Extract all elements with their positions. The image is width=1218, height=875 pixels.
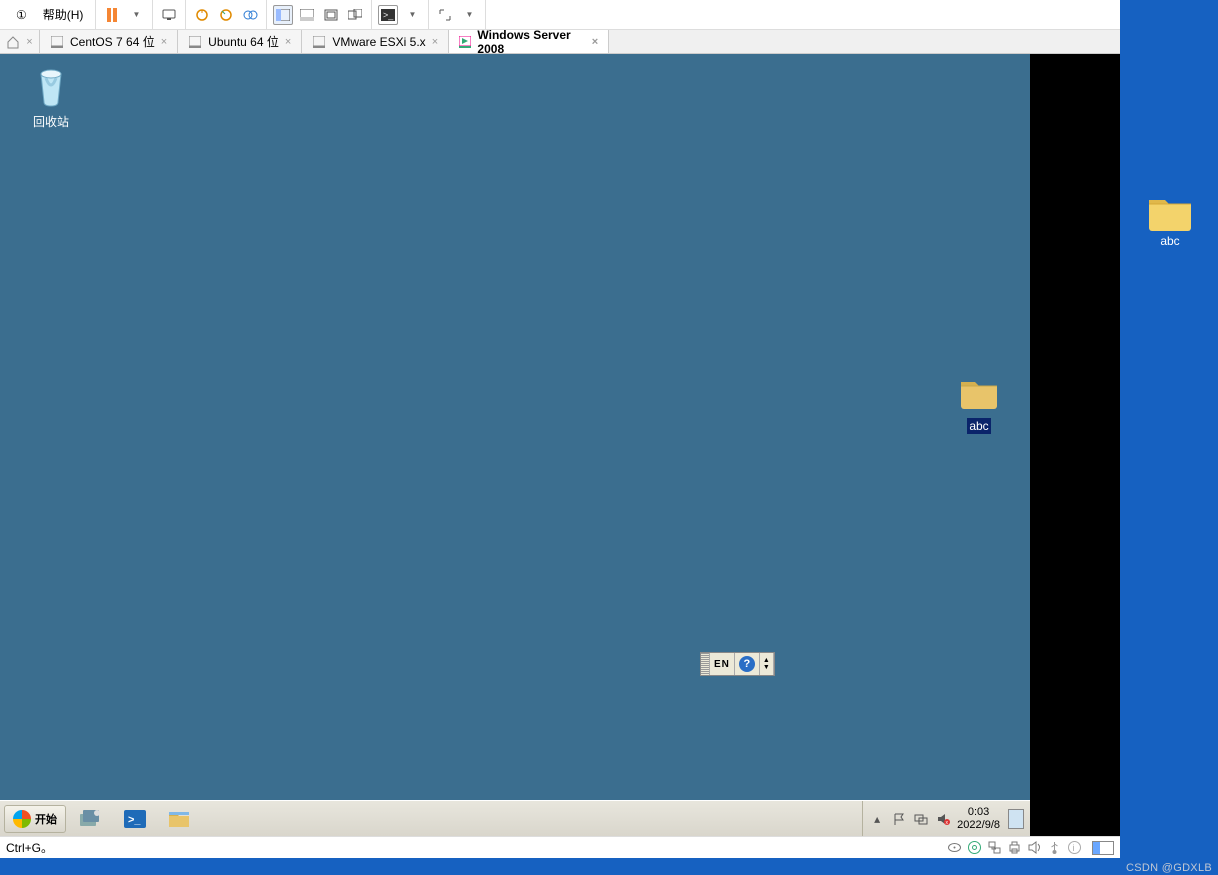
language-bar[interactable]: EN ? ▲▼	[700, 652, 775, 676]
folder-abc-icon[interactable]: abc	[942, 368, 1016, 434]
taskbar-pin-powershell[interactable]: >_	[116, 805, 154, 833]
svg-text:>_: >_	[383, 10, 394, 20]
tab-esxi[interactable]: VMware ESXi 5.x ×	[302, 30, 449, 53]
snapshot-take-button[interactable]	[192, 5, 212, 25]
status-sidebar-toggle[interactable]	[1092, 841, 1114, 855]
close-icon[interactable]: ×	[161, 36, 167, 48]
send-ctrl-alt-del-button[interactable]	[159, 5, 179, 25]
clock-time: 0:03	[957, 806, 1000, 818]
status-printer-icon[interactable]	[1006, 840, 1022, 856]
home-tab[interactable]: ×	[0, 30, 40, 53]
guest-taskbar: 开始 >_ ▴ x 0:03 2022/9/8	[0, 800, 1030, 836]
vmware-status-bar: Ctrl+G。 i	[0, 836, 1120, 858]
guest-desktop[interactable]: 回收站 abc EN ? ▲▼ 开始	[0, 54, 1030, 836]
menu-help[interactable]: 帮助(H)	[37, 6, 90, 23]
view-sidebar-button[interactable]	[273, 5, 293, 25]
vm-icon	[188, 35, 202, 49]
langbar-drag-handle[interactable]	[701, 653, 710, 675]
close-icon[interactable]: ×	[592, 36, 598, 48]
tab-label: Windows Server 2008	[477, 28, 585, 56]
recycle-bin-icon[interactable]: 回收站	[14, 62, 88, 131]
tray-flag-icon[interactable]	[891, 811, 907, 827]
help-icon: ?	[739, 656, 755, 672]
close-icon[interactable]: ×	[285, 36, 291, 48]
stretch-dropdown[interactable]: ▼	[459, 5, 479, 25]
vm-icon	[50, 35, 64, 49]
taskbar-pin-server-manager[interactable]	[72, 805, 110, 833]
status-harddisk-icon[interactable]	[946, 840, 962, 856]
tab-label: Ubuntu 64 位	[208, 33, 279, 50]
snapshot-revert-button[interactable]	[216, 5, 236, 25]
host-taskbar[interactable]	[0, 858, 1218, 875]
pause-vm-button[interactable]	[102, 5, 122, 25]
tab-windows-server[interactable]: Windows Server 2008 ×	[449, 30, 609, 53]
windows-logo-icon	[13, 810, 31, 828]
status-hint-text: Ctrl+G。	[6, 839, 53, 856]
view-fullscreen-button[interactable]	[321, 5, 341, 25]
svg-text:i: i	[1072, 843, 1074, 853]
tray-clock[interactable]: 0:03 2022/9/8	[957, 806, 1000, 830]
console-button[interactable]: >_	[378, 5, 398, 25]
langbar-help-button[interactable]: ?	[735, 653, 760, 675]
icon-label: 回收站	[31, 112, 71, 131]
status-usb-icon[interactable]	[1046, 840, 1062, 856]
close-icon[interactable]: ×	[26, 36, 32, 48]
tab-label: VMware ESXi 5.x	[332, 35, 425, 49]
show-desktop-button[interactable]	[1008, 809, 1024, 829]
vmware-toolbar: ① 帮助(H) ▼ >_ ▼ ▼	[0, 0, 1218, 30]
tab-centos[interactable]: CentOS 7 64 位 ×	[40, 30, 178, 53]
taskbar-pin-explorer[interactable]	[160, 805, 198, 833]
tab-ubuntu[interactable]: Ubuntu 64 位 ×	[178, 30, 302, 53]
status-sound-icon[interactable]	[1026, 840, 1042, 856]
status-message-icon[interactable]: i	[1066, 840, 1082, 856]
host-desktop[interactable]: abc	[1120, 0, 1218, 858]
menu-item-1[interactable]: ①	[10, 8, 33, 22]
vm-running-icon	[459, 35, 471, 49]
status-cd-icon[interactable]	[966, 840, 982, 856]
vm-icon	[312, 35, 326, 49]
console-dropdown[interactable]: ▼	[402, 5, 422, 25]
langbar-options-button[interactable]: ▲▼	[760, 653, 774, 675]
stretch-button[interactable]	[435, 5, 455, 25]
tray-expand-icon[interactable]: ▴	[869, 811, 885, 827]
snapshot-manager-button[interactable]	[240, 5, 260, 25]
vm-tab-bar: × CentOS 7 64 位 × Ubuntu 64 位 × VMware E…	[0, 30, 1218, 54]
clock-date: 2022/9/8	[957, 819, 1000, 831]
tray-network-icon[interactable]	[913, 811, 929, 827]
start-label: 开始	[35, 811, 57, 827]
svg-text:>_: >_	[128, 814, 141, 826]
icon-label: abc	[1134, 234, 1206, 248]
home-icon	[6, 35, 20, 49]
status-network-icon[interactable]	[986, 840, 1002, 856]
host-folder-abc-icon[interactable]: abc	[1134, 190, 1206, 248]
tab-label: CentOS 7 64 位	[70, 33, 155, 50]
view-console-button[interactable]	[297, 5, 317, 25]
start-button[interactable]: 开始	[4, 805, 66, 833]
tray-volume-icon[interactable]: x	[935, 811, 951, 827]
langbar-language-button[interactable]: EN	[710, 653, 735, 675]
icon-label: abc	[967, 418, 990, 434]
system-tray: ▴ x 0:03 2022/9/8	[862, 801, 1030, 836]
close-icon[interactable]: ×	[432, 36, 438, 48]
power-menu-dropdown[interactable]: ▼	[126, 5, 146, 25]
vm-viewport: 回收站 abc EN ? ▲▼ 开始	[0, 54, 1120, 836]
view-unity-button[interactable]	[345, 5, 365, 25]
